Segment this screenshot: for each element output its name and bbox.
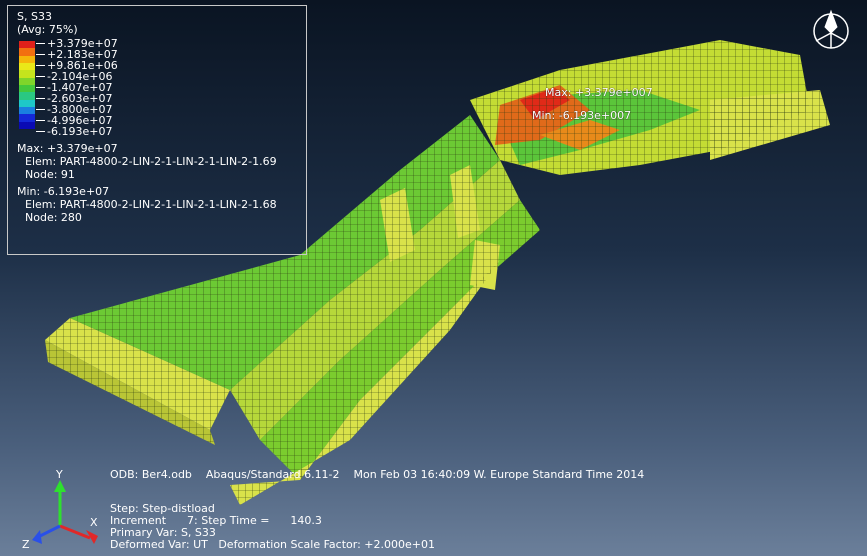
color-swatch — [19, 92, 35, 100]
axis-z-label: Z — [22, 538, 30, 550]
color-swatch — [19, 48, 35, 56]
model-min-label: Min: -6.193e+007 — [532, 109, 632, 122]
scale-tick — [36, 76, 45, 77]
legend-title: S, S33 — [17, 10, 52, 23]
color-scale: +3.379e+07 +2.183e+07 +9.861e+06 -2.104e… — [17, 38, 306, 137]
axis-y-label: Y — [55, 468, 63, 481]
axis-triad-icon: Y X Z — [22, 468, 98, 550]
scale-tick — [36, 65, 45, 66]
view-cube-icon[interactable] — [808, 5, 854, 51]
color-bar — [19, 41, 35, 129]
level-label: -6.193e+07 — [47, 125, 113, 138]
min-value: Min: -6.193e+07 — [17, 185, 110, 198]
color-swatch — [19, 62, 35, 71]
max-value: Max: +3.379e+07 — [17, 142, 118, 155]
scale-labels: +3.379e+07 +2.183e+07 +9.861e+06 -2.104e… — [47, 38, 118, 137]
color-swatch — [19, 41, 35, 49]
color-swatch — [19, 114, 35, 122]
scale-tick — [36, 98, 45, 99]
color-swatch — [19, 55, 35, 63]
model-max-label: Max: +3.379e+007 — [545, 86, 653, 99]
scale-tick — [36, 109, 45, 110]
legend-averaging: (Avg: 75%) — [17, 23, 78, 36]
max-element: Elem: PART-4800-2-LIN-2-1-LIN-2-1-LIN-2-… — [25, 155, 277, 168]
color-swatch — [19, 106, 35, 115]
color-swatch — [19, 99, 35, 107]
scale-tick — [36, 54, 45, 55]
color-swatch — [19, 121, 35, 129]
scale-tick — [36, 87, 45, 88]
odb-info: ODB: Ber4.odb Abaqus/Standard 6.11-2 Mon… — [110, 468, 645, 481]
max-node: Node: 91 — [25, 168, 75, 181]
contour-legend[interactable]: S, S33 (Avg: 75%) +3.379e+07 +2.183e+07 … — [7, 5, 307, 255]
scale-tick — [36, 131, 45, 132]
min-element: Elem: PART-4800-2-LIN-2-1-LIN-2-1-LIN-2-… — [25, 198, 277, 211]
scale-tick — [36, 120, 45, 121]
axis-x-label: X — [90, 516, 98, 529]
color-swatch — [19, 77, 35, 85]
deformed-var-info: Deformed Var: UT Deformation Scale Facto… — [110, 538, 435, 551]
min-node: Node: 280 — [25, 211, 82, 224]
color-swatch — [19, 70, 35, 78]
color-swatch — [19, 84, 35, 93]
scale-tick — [36, 43, 45, 44]
